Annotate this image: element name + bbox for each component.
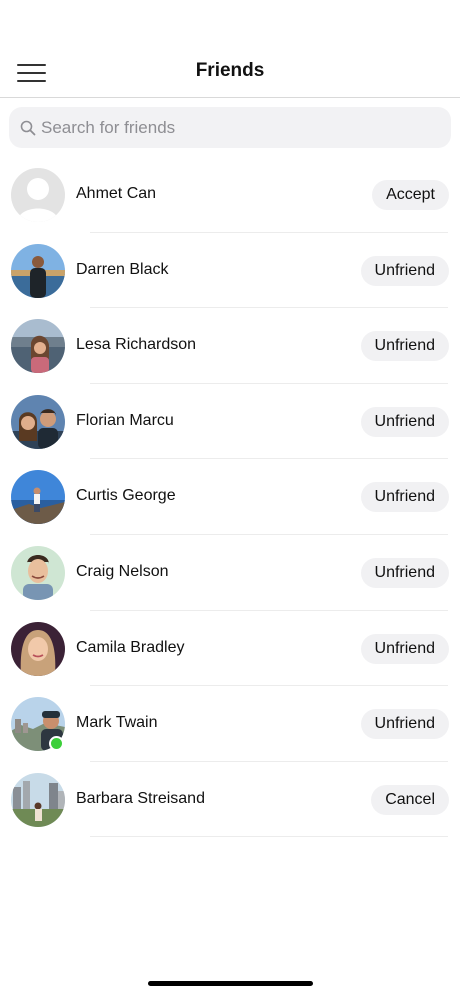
unfriend-button[interactable]: Unfriend	[360, 255, 449, 286]
list-item[interactable]: Ahmet Can Accept	[0, 157, 460, 233]
friend-name: Lesa Richardson	[76, 336, 197, 354]
list-item[interactable]: Florian Marcu Unfriend	[0, 384, 460, 460]
list-item[interactable]: Barbara Streisand Cancel	[0, 762, 460, 838]
unfriend-button[interactable]: Unfriend	[360, 482, 449, 513]
avatar	[11, 772, 65, 827]
search-icon	[20, 120, 36, 136]
list-item[interactable]: Camila Bradley Unfriend	[0, 611, 460, 687]
avatar-placeholder	[11, 168, 65, 222]
avatar	[11, 545, 65, 600]
unfriend-button[interactable]: Unfriend	[360, 406, 449, 437]
page-title: Friends	[195, 60, 265, 81]
friends-list: Ahmet Can Accept Darren Black Unfriend L…	[0, 157, 460, 837]
search-bar[interactable]	[9, 107, 451, 148]
avatar	[11, 319, 65, 374]
avatar	[11, 621, 65, 676]
list-item[interactable]: Lesa Richardson Unfriend	[0, 308, 460, 384]
list-item[interactable]: Curtis George Unfriend	[0, 459, 460, 535]
cancel-button[interactable]: Cancel	[371, 784, 449, 815]
home-indicator	[148, 981, 313, 986]
friend-name: Barbara Streisand	[76, 789, 205, 807]
friend-name: Darren Black	[76, 260, 169, 278]
list-item[interactable]: Craig Nelson Unfriend	[0, 535, 460, 611]
friend-name: Mark Twain	[76, 714, 158, 732]
unfriend-button[interactable]: Unfriend	[360, 557, 449, 588]
list-item[interactable]: Darren Black Unfriend	[0, 233, 460, 309]
unfriend-button[interactable]: Unfriend	[360, 331, 449, 362]
search-input[interactable]	[41, 107, 441, 148]
unfriend-button[interactable]: Unfriend	[360, 633, 449, 664]
friend-name: Camila Bradley	[76, 638, 185, 656]
friend-name: Ahmet Can	[76, 185, 157, 202]
accept-button[interactable]: Accept	[372, 180, 449, 210]
list-item[interactable]: Mark Twain Unfriend	[0, 686, 460, 762]
friend-name: Florian Marcu	[76, 411, 174, 429]
avatar	[11, 243, 65, 298]
avatar	[11, 394, 65, 449]
navigation-bar: Friends	[0, 48, 460, 98]
avatar	[11, 470, 65, 525]
unfriend-button[interactable]: Unfriend	[360, 709, 449, 740]
online-status-indicator	[49, 736, 64, 752]
friend-name: Curtis George	[76, 487, 176, 505]
friend-name: Craig Nelson	[76, 562, 169, 580]
